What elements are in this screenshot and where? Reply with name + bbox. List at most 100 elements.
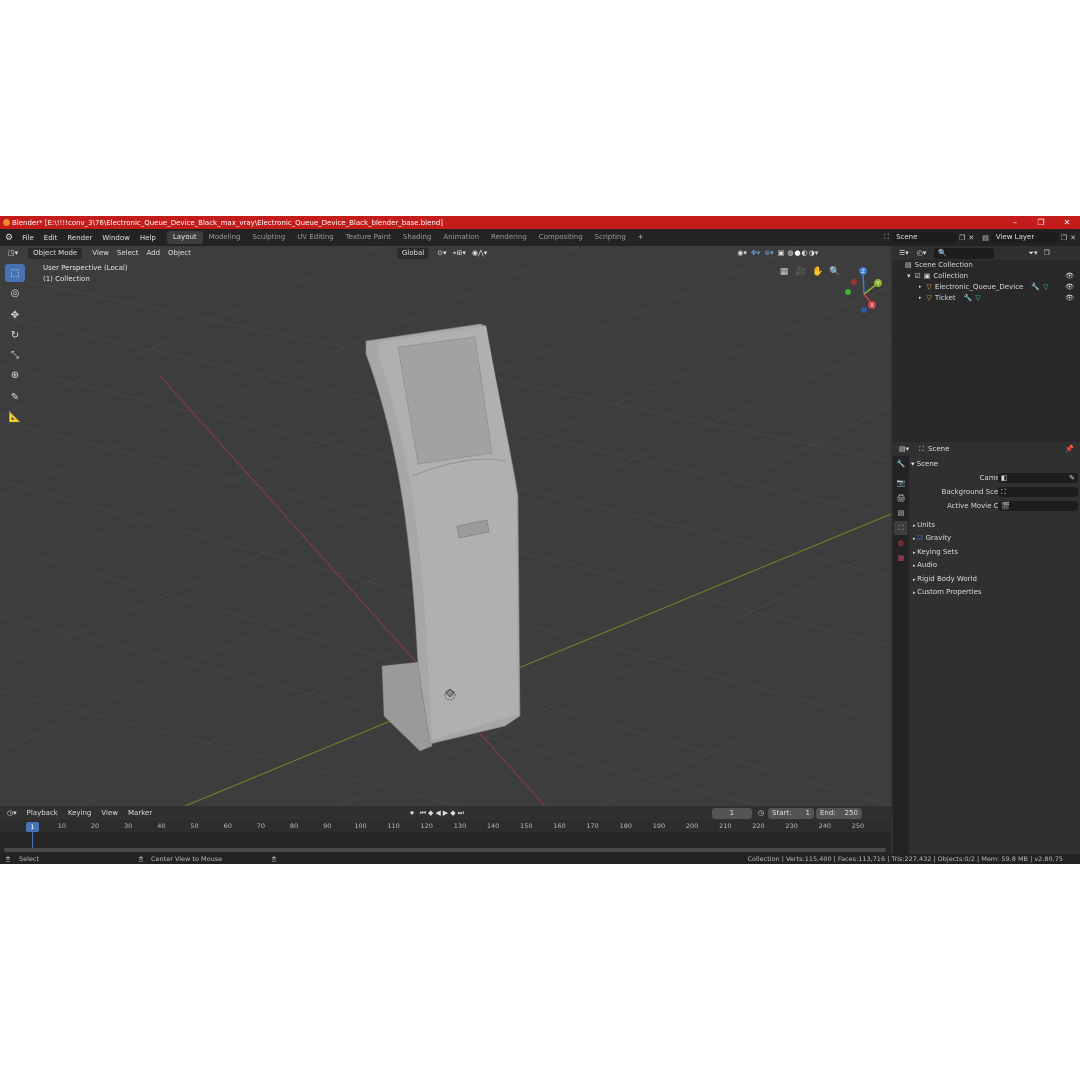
- jump-end-icon[interactable]: ⏭: [458, 809, 464, 818]
- shading-solid-icon[interactable]: ●: [794, 249, 800, 257]
- tab-layout[interactable]: Layout: [166, 231, 203, 244]
- menu-help[interactable]: Help: [135, 234, 161, 242]
- tab-texture-paint[interactable]: Texture Paint: [340, 231, 397, 244]
- viewport-menu-add[interactable]: Add: [146, 249, 160, 257]
- timeline-menu-marker[interactable]: Marker: [123, 809, 157, 817]
- scale-icon[interactable]: ⤡: [5, 346, 25, 364]
- overlay-toggle-icon[interactable]: ⊚▾: [764, 249, 773, 257]
- eye-icon[interactable]: 👁: [1065, 271, 1074, 282]
- prev-keyframe-icon[interactable]: ◆: [428, 809, 433, 817]
- jump-start-icon[interactable]: ⏮: [420, 809, 426, 818]
- menu-file[interactable]: File: [17, 234, 39, 242]
- checkbox-icon[interactable]: ☑: [915, 271, 921, 282]
- expand-arrow-icon[interactable]: ▸: [919, 282, 922, 293]
- menu-render[interactable]: Render: [62, 234, 97, 242]
- current-frame-field[interactable]: 1: [711, 807, 752, 819]
- delete-view-layer-icon[interactable]: ✕: [1070, 234, 1076, 242]
- end-frame-field[interactable]: End: 250: [816, 807, 862, 819]
- add-workspace-icon[interactable]: +: [632, 231, 650, 244]
- gravity-panel[interactable]: ▸ ☑ Gravity: [913, 532, 951, 544]
- play-reverse-icon[interactable]: ◀: [435, 809, 440, 817]
- tab-uv-editing[interactable]: UV Editing: [291, 231, 340, 244]
- tree-item-ticket[interactable]: ▸ ▽ Ticket 🔧 ▽ 👁: [893, 293, 1080, 304]
- transform-orientation[interactable]: Global: [396, 247, 430, 259]
- eye-icon[interactable]: 👁: [1065, 282, 1074, 293]
- custom-properties-panel[interactable]: ▸ Custom Properties: [913, 586, 982, 598]
- new-scene-icon[interactable]: ❐: [959, 234, 965, 242]
- blender-menu-icon[interactable]: ⚙: [0, 233, 17, 243]
- rotate-icon[interactable]: ↻: [5, 326, 25, 344]
- timeline-scrollbar[interactable]: [4, 848, 886, 852]
- gravity-checkbox-icon[interactable]: ☑: [917, 534, 923, 542]
- proportional-edit-icon[interactable]: ◉⋀▾: [472, 249, 487, 257]
- timeline-menu-keying[interactable]: Keying: [63, 809, 97, 817]
- maximize-button[interactable]: ❐: [1028, 216, 1054, 229]
- xray-icon[interactable]: ▣: [778, 249, 785, 257]
- gizmo-toggle-icon[interactable]: ✥▾: [751, 249, 760, 257]
- delete-scene-icon[interactable]: ✕: [968, 234, 974, 242]
- tab-compositing[interactable]: Compositing: [533, 231, 589, 244]
- mode-selector[interactable]: Object Mode: [28, 247, 83, 259]
- move-icon[interactable]: ✥: [5, 306, 25, 324]
- eyedropper-icon[interactable]: ✎: [1069, 473, 1075, 483]
- view-layer-selector[interactable]: View Layer: [991, 232, 1058, 243]
- tab-sculpting[interactable]: Sculpting: [247, 231, 292, 244]
- expand-arrow-icon[interactable]: ▾: [907, 271, 911, 282]
- timeline-menu-view[interactable]: View: [96, 809, 123, 817]
- active-movie-clip-field[interactable]: 🎬: [998, 501, 1078, 511]
- play-icon[interactable]: ▶: [443, 809, 448, 817]
- viewport-menu-view[interactable]: View: [92, 249, 109, 257]
- shading-wireframe-icon[interactable]: ◍: [787, 249, 793, 257]
- tab-modeling[interactable]: Modeling: [203, 231, 247, 244]
- viewport-menu-select[interactable]: Select: [117, 249, 139, 257]
- tab-shading[interactable]: Shading: [397, 231, 437, 244]
- navigation-gizmo[interactable]: Z Y X: [840, 266, 890, 316]
- expand-arrow-icon[interactable]: ▸: [919, 293, 922, 304]
- display-mode-icon[interactable]: ◴▾: [917, 249, 927, 257]
- scene-selector[interactable]: Scene: [892, 232, 957, 243]
- close-button[interactable]: ✕: [1054, 216, 1080, 229]
- outliner-search[interactable]: 🔍: [934, 247, 995, 259]
- cursor-icon[interactable]: ◎: [5, 284, 25, 302]
- 3d-viewport[interactable]: ◳▾ Object Mode View Select Add Object Gl…: [0, 246, 891, 806]
- camera-view-icon[interactable]: ▦: [777, 265, 791, 279]
- new-collection-icon[interactable]: ❐: [1044, 249, 1050, 257]
- timeline-menu-playback[interactable]: Playback: [22, 809, 63, 817]
- keying-sets-panel[interactable]: ▸ Keying Sets: [913, 546, 958, 558]
- units-panel[interactable]: ▸ Units: [913, 519, 935, 531]
- tab-animation[interactable]: Animation: [437, 231, 485, 244]
- start-frame-field[interactable]: Start: 1: [768, 807, 814, 819]
- tab-rendering[interactable]: Rendering: [485, 231, 533, 244]
- tree-scene-collection[interactable]: ▤ Scene Collection: [893, 260, 1080, 271]
- next-keyframe-icon[interactable]: ◆: [450, 809, 455, 817]
- frame-ruler[interactable]: 10 20 30 40 50 60 70 80 90 100 110 120 130 140 150 160 1…: [0, 820, 891, 832]
- scene-icon[interactable]: ⛶: [884, 233, 889, 242]
- visibility-icon[interactable]: ◉▾: [737, 249, 747, 257]
- menu-edit[interactable]: Edit: [39, 234, 63, 242]
- annotate-icon[interactable]: ✎: [5, 388, 25, 406]
- minimize-button[interactable]: –: [1002, 216, 1028, 229]
- audio-panel[interactable]: ▸ Audio: [913, 559, 937, 571]
- outliner-editor-icon[interactable]: ☰▾: [899, 249, 909, 257]
- new-view-layer-icon[interactable]: ❐: [1061, 234, 1067, 242]
- background-scene-field[interactable]: ⛶: [998, 487, 1078, 497]
- record-icon[interactable]: ⏺: [410, 809, 414, 818]
- tab-scripting[interactable]: Scripting: [589, 231, 632, 244]
- shading-material-icon[interactable]: ◐: [802, 249, 808, 257]
- playhead[interactable]: 1: [26, 822, 39, 832]
- camera-toggle-icon[interactable]: 🎥: [794, 265, 808, 279]
- clock-icon[interactable]: ◷: [758, 809, 764, 817]
- editor-type-icon[interactable]: ◳▾: [8, 249, 18, 257]
- tree-collection[interactable]: ▾ ☑ ▣ Collection 👁: [893, 271, 1080, 282]
- view-layer-icon[interactable]: ▤: [982, 234, 989, 242]
- camera-field[interactable]: ◧ ✎: [998, 473, 1078, 483]
- filter-icon[interactable]: ⏷▾: [1028, 249, 1037, 258]
- transform-icon[interactable]: ⊕: [5, 366, 25, 384]
- pivot-icon[interactable]: ⊙▾: [437, 249, 446, 257]
- shading-rendered-icon[interactable]: ◑▾: [809, 249, 819, 257]
- menu-window[interactable]: Window: [97, 234, 135, 242]
- eye-icon[interactable]: 👁: [1065, 293, 1074, 304]
- select-box-icon[interactable]: ⬚: [5, 264, 25, 282]
- timeline-editor-icon[interactable]: ◷▾: [0, 809, 22, 817]
- measure-icon[interactable]: 📐: [5, 408, 25, 426]
